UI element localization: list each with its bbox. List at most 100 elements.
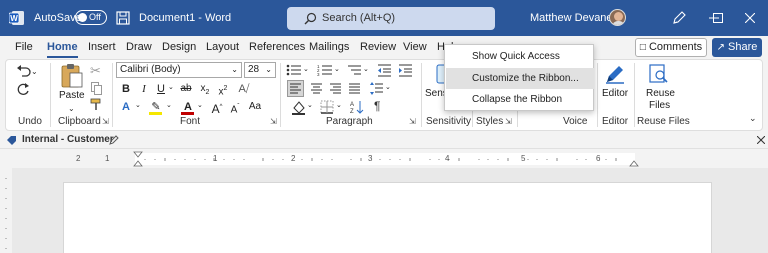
copy-icon[interactable] bbox=[91, 82, 103, 95]
editor-label[interactable]: Editor bbox=[602, 88, 628, 99]
tab-design[interactable]: Design bbox=[162, 36, 196, 58]
ruler-number: 2 bbox=[76, 154, 81, 163]
tab-review[interactable]: Review bbox=[360, 36, 396, 58]
multilevel-list-icon[interactable] bbox=[346, 63, 362, 77]
shrink-font-icon[interactable]: Aˇ bbox=[227, 99, 243, 115]
clipboard-launcher-icon[interactable]: ⇲ bbox=[102, 117, 109, 126]
undo-icon[interactable] bbox=[16, 64, 31, 77]
borders-icon[interactable] bbox=[320, 100, 334, 114]
maximize-icon[interactable] bbox=[713, 13, 723, 23]
align-left-button[interactable] bbox=[287, 80, 304, 97]
reuse-label-2[interactable]: Files bbox=[649, 100, 670, 111]
comment-icon: □ bbox=[639, 42, 646, 53]
cut-icon[interactable]: ✂ bbox=[90, 63, 101, 79]
highlight-dropdown-icon[interactable]: ⌄ bbox=[166, 101, 172, 109]
align-right-icon[interactable] bbox=[328, 81, 343, 96]
sensitivity-label-text[interactable]: Internal - Customer bbox=[22, 134, 114, 145]
highlight-icon[interactable]: ✎ bbox=[148, 99, 164, 115]
font-launcher-icon[interactable]: ⇲ bbox=[270, 117, 277, 126]
group-label-undo: Undo bbox=[18, 116, 42, 127]
menu-item-collapse-ribbon[interactable]: Collapse the Ribbon bbox=[446, 89, 594, 110]
ribbon-collapse-chevron-icon[interactable]: ⌄ bbox=[749, 113, 757, 124]
tab-file[interactable]: File bbox=[15, 36, 33, 58]
superscript-icon[interactable]: x2 bbox=[215, 81, 231, 97]
sensitivity-bar: Internal - Customer bbox=[0, 132, 768, 149]
font-size-select[interactable]: 28 ⌄ bbox=[244, 62, 276, 78]
save-icon[interactable] bbox=[116, 11, 130, 25]
borders-dropdown-icon[interactable]: ⌄ bbox=[336, 101, 342, 109]
tab-references[interactable]: References bbox=[249, 36, 305, 58]
shading-icon[interactable] bbox=[291, 100, 306, 115]
reuse-label-1[interactable]: Reuse bbox=[646, 88, 675, 99]
ribbon-context-menu: Show Quick Access Toolbar Customize the … bbox=[444, 44, 594, 111]
font-size-value: 28 bbox=[248, 64, 260, 75]
close-icon[interactable] bbox=[745, 13, 755, 23]
numbering-icon[interactable]: 123 bbox=[317, 63, 333, 77]
search-placeholder: Search (Alt+Q) bbox=[322, 12, 396, 24]
sort-icon[interactable]: AZ bbox=[350, 100, 364, 114]
italic-icon[interactable]: I bbox=[136, 81, 152, 97]
paste-icon[interactable] bbox=[60, 63, 84, 89]
editor-icon[interactable] bbox=[604, 63, 626, 85]
ruler-number: 4 bbox=[445, 154, 450, 163]
toggle-knob bbox=[78, 13, 87, 22]
share-button[interactable]: ↗ Share bbox=[712, 38, 762, 57]
menu-item-show-quick-access[interactable]: Show Quick Access Toolbar bbox=[446, 46, 594, 83]
justify-icon[interactable] bbox=[347, 81, 362, 96]
paste-label[interactable]: Paste bbox=[59, 90, 85, 101]
strikethrough-icon[interactable]: ab bbox=[178, 81, 194, 97]
bullets-dropdown-icon[interactable]: ⌄ bbox=[303, 65, 309, 73]
underline-dropdown-icon[interactable]: ⌄ bbox=[168, 83, 174, 91]
grow-font-icon[interactable]: A^ bbox=[209, 99, 225, 116]
avatar[interactable] bbox=[609, 9, 626, 26]
document-page[interactable] bbox=[63, 182, 712, 253]
autosave-state: Off bbox=[89, 12, 101, 22]
tab-insert[interactable]: Insert bbox=[88, 36, 116, 58]
horizontal-ruler[interactable]: 2 1 1 2 3 4 5 6 bbox=[0, 150, 768, 168]
autosave-toggle[interactable]: Off bbox=[75, 10, 107, 25]
clear-formatting-icon[interactable]: A⧸ bbox=[236, 81, 252, 97]
redo-icon[interactable] bbox=[16, 82, 30, 96]
font-color-dropdown-icon[interactable]: ⌄ bbox=[197, 101, 203, 109]
vertical-ruler[interactable] bbox=[0, 168, 12, 253]
text-effects-icon[interactable]: A bbox=[118, 99, 134, 115]
shading-dropdown-icon[interactable]: ⌄ bbox=[307, 101, 313, 109]
format-painter-icon[interactable] bbox=[90, 98, 103, 111]
multilevel-dropdown-icon[interactable]: ⌄ bbox=[363, 65, 369, 73]
paragraph-launcher-icon[interactable]: ⇲ bbox=[409, 117, 416, 126]
change-case-icon[interactable]: Aa bbox=[247, 99, 263, 115]
bullets-icon[interactable] bbox=[286, 63, 302, 77]
comments-button[interactable]: □ Comments bbox=[635, 38, 707, 57]
line-spacing-icon[interactable] bbox=[369, 81, 384, 96]
show-formatting-icon[interactable]: ¶ bbox=[374, 99, 380, 113]
increase-indent-icon[interactable] bbox=[398, 63, 413, 77]
user-name[interactable]: Matthew Devaney bbox=[530, 0, 618, 36]
styles-launcher-icon[interactable]: ⇲ bbox=[505, 117, 512, 126]
subscript-icon[interactable]: x2 bbox=[197, 81, 213, 97]
align-center-icon[interactable] bbox=[309, 81, 324, 96]
tab-draw[interactable]: Draw bbox=[126, 36, 152, 58]
underline-icon[interactable]: U bbox=[153, 81, 169, 97]
numbering-dropdown-icon[interactable]: ⌄ bbox=[334, 65, 340, 73]
line-spacing-dropdown-icon[interactable]: ⌄ bbox=[385, 83, 391, 91]
font-color-icon[interactable]: A bbox=[180, 99, 196, 115]
font-name-select[interactable]: Calibri (Body) ⌄ bbox=[116, 62, 242, 78]
ruler-ticks bbox=[133, 151, 639, 167]
tab-view[interactable]: View bbox=[403, 36, 427, 58]
text-effects-dropdown-icon[interactable]: ⌄ bbox=[135, 101, 141, 109]
tab-mailings[interactable]: Mailings bbox=[309, 36, 349, 58]
menu-item-customize-ribbon[interactable]: Customize the Ribbon... bbox=[446, 68, 594, 89]
tab-layout[interactable]: Layout bbox=[206, 36, 239, 58]
undo-dropdown-icon[interactable]: ⌄ bbox=[31, 64, 38, 80]
reuse-files-icon[interactable] bbox=[647, 63, 669, 85]
edit-pencil-icon[interactable] bbox=[109, 135, 119, 145]
bold-icon[interactable]: B bbox=[118, 81, 134, 97]
close-icon[interactable] bbox=[757, 136, 765, 144]
pen-icon[interactable] bbox=[672, 11, 686, 25]
word-logo-icon[interactable]: W bbox=[9, 10, 25, 26]
tab-home[interactable]: Home bbox=[47, 36, 78, 58]
decrease-indent-icon[interactable] bbox=[377, 63, 392, 77]
share-label: Share bbox=[728, 41, 758, 53]
paste-dropdown-icon[interactable]: ⌄ bbox=[68, 101, 75, 117]
search-box[interactable]: Search (Alt+Q) bbox=[287, 7, 495, 30]
